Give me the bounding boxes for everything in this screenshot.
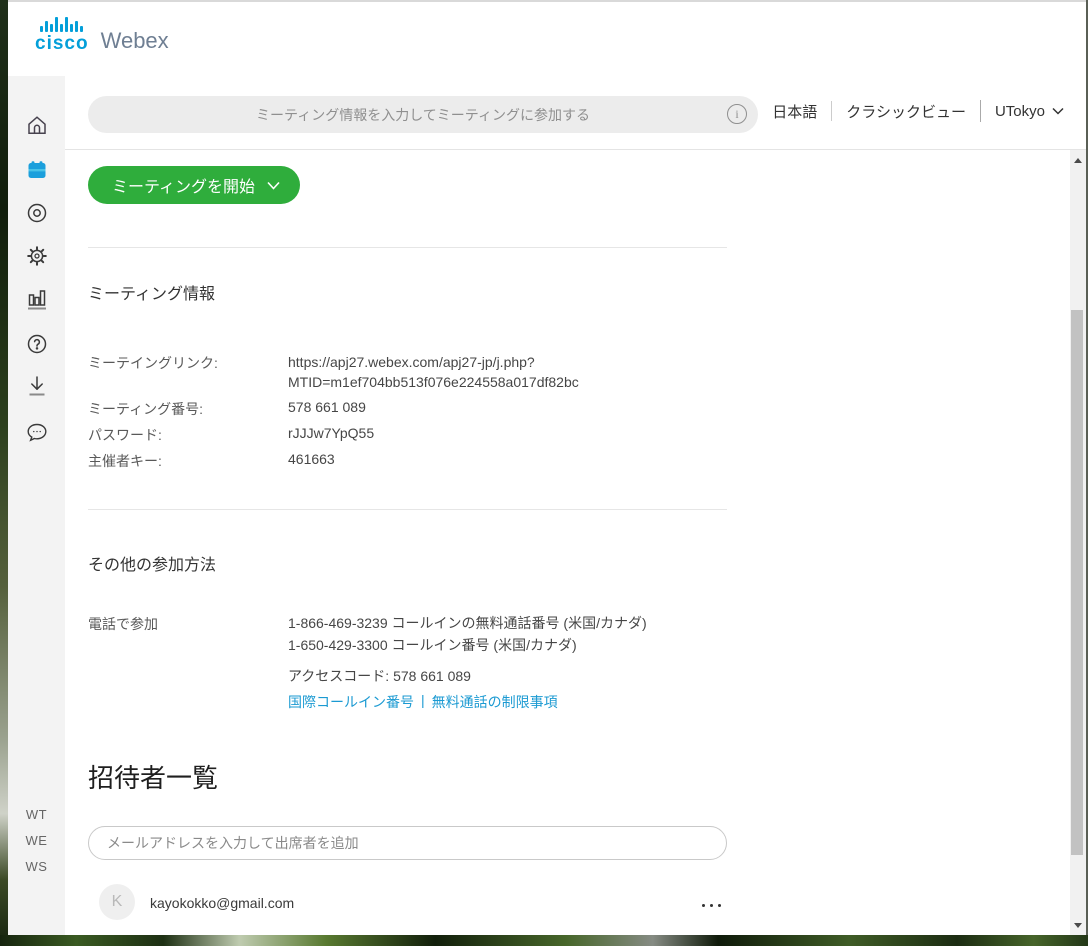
meeting-link-value[interactable]: https://apj27.webex.com/apj27-jp/j.php? … xyxy=(288,352,579,392)
cisco-logo-icon: cisco xyxy=(35,16,89,53)
tollfree-restrictions-link[interactable]: 無料通話の制限事項 xyxy=(432,692,558,712)
topbar-menu: 日本語 クラシックビュー UTokyo xyxy=(772,100,1064,122)
desktop-background-left xyxy=(0,0,8,946)
section-divider xyxy=(88,247,727,248)
host-key-value: 461663 xyxy=(288,451,335,467)
tollfree-number: 1-866-469-3239 コールインの無料通話番号 (米国/カナダ) xyxy=(288,612,647,634)
chevron-down-icon xyxy=(1052,107,1064,115)
vertical-scrollbar[interactable] xyxy=(1070,150,1086,935)
language-menu-item[interactable]: 日本語 xyxy=(772,101,817,122)
topbar: i 日本語 クラシックビュー UTokyo xyxy=(65,76,1086,150)
settings-gear-icon[interactable] xyxy=(8,243,65,269)
sidebar-label-ws[interactable]: WS xyxy=(8,859,65,874)
access-code: アクセスコード: 578 661 089 xyxy=(288,666,471,686)
add-attendee-field xyxy=(88,826,727,860)
section-divider xyxy=(88,509,727,510)
password-label: パスワード: xyxy=(88,425,162,445)
menu-divider xyxy=(980,100,981,122)
account-name: UTokyo xyxy=(995,103,1045,120)
meeting-number-value: 578 661 089 xyxy=(288,399,366,415)
scroll-down-arrow[interactable] xyxy=(1070,918,1086,932)
invitee-email: kayokokko@gmail.com xyxy=(150,895,294,911)
meeting-number-label: ミーティング番号: xyxy=(88,399,203,419)
app-header: cisco Webex xyxy=(8,2,1086,76)
classic-view-link[interactable]: クラシックビュー xyxy=(846,101,966,122)
link-separator: | xyxy=(421,692,425,712)
phone-links: 国際コールイン番号 | 無料通話の制限事項 xyxy=(288,692,558,712)
other-ways-title: その他の参加方法 xyxy=(88,551,216,575)
scrollbar-thumb[interactable] xyxy=(1071,310,1083,855)
webex-logo: cisco Webex xyxy=(35,16,169,53)
cisco-logo-text: cisco xyxy=(35,34,89,53)
more-options-icon[interactable] xyxy=(698,900,725,911)
tollin-number: 1-650-429-3300 コールイン番号 (米国/カナダ) xyxy=(288,634,647,656)
desktop-background-bottom xyxy=(0,935,1088,946)
account-menu[interactable]: UTokyo xyxy=(995,103,1064,120)
phone-numbers: 1-866-469-3239 コールインの無料通話番号 (米国/カナダ) 1-6… xyxy=(288,612,647,656)
password-value: rJJJw7YpQ55 xyxy=(288,425,374,441)
webex-page: cisco Webex xyxy=(0,0,1088,946)
info-icon[interactable]: i xyxy=(727,104,747,124)
meeting-link-label: ミーテイングリンク: xyxy=(88,353,218,373)
attendee-email-input[interactable] xyxy=(89,827,726,859)
scroll-up-arrow[interactable] xyxy=(1070,153,1086,167)
home-icon[interactable] xyxy=(8,112,65,138)
recordings-icon[interactable] xyxy=(8,200,65,226)
page-content: ミーティングを開始 ミーティング情報 ミーテイングリンク: https://ap… xyxy=(65,150,1070,935)
invitee-avatar: K xyxy=(99,884,135,920)
feedback-chat-icon[interactable] xyxy=(8,419,65,445)
menu-divider xyxy=(831,101,832,121)
host-key-label: 主催者キー: xyxy=(88,451,162,471)
start-meeting-label: ミーティングを開始 xyxy=(112,173,255,197)
meeting-info-title: ミーティング情報 xyxy=(88,280,215,304)
meetings-calendar-icon[interactable] xyxy=(8,157,65,183)
chevron-down-icon xyxy=(267,181,280,190)
global-callin-link[interactable]: 国際コールイン番号 xyxy=(288,692,414,712)
sidebar-nav: WT WE WS xyxy=(8,76,65,935)
join-meeting-search: i xyxy=(88,96,758,133)
start-meeting-button[interactable]: ミーティングを開始 xyxy=(88,166,300,204)
main-area: i 日本語 クラシックビュー UTokyo ミーティングを開始 xyxy=(65,76,1086,935)
sidebar-label-we[interactable]: WE xyxy=(8,833,65,848)
join-by-phone-label: 電話で参加 xyxy=(88,614,158,634)
insights-chart-icon[interactable] xyxy=(8,286,65,312)
downloads-icon[interactable] xyxy=(8,373,65,399)
search-input[interactable] xyxy=(88,96,758,133)
brand-name: Webex xyxy=(101,30,169,53)
invitee-list-title: 招待者一覧 xyxy=(88,758,218,795)
help-icon[interactable] xyxy=(8,331,65,357)
sidebar-label-wt[interactable]: WT xyxy=(8,807,65,822)
app-window: cisco Webex xyxy=(8,0,1086,935)
